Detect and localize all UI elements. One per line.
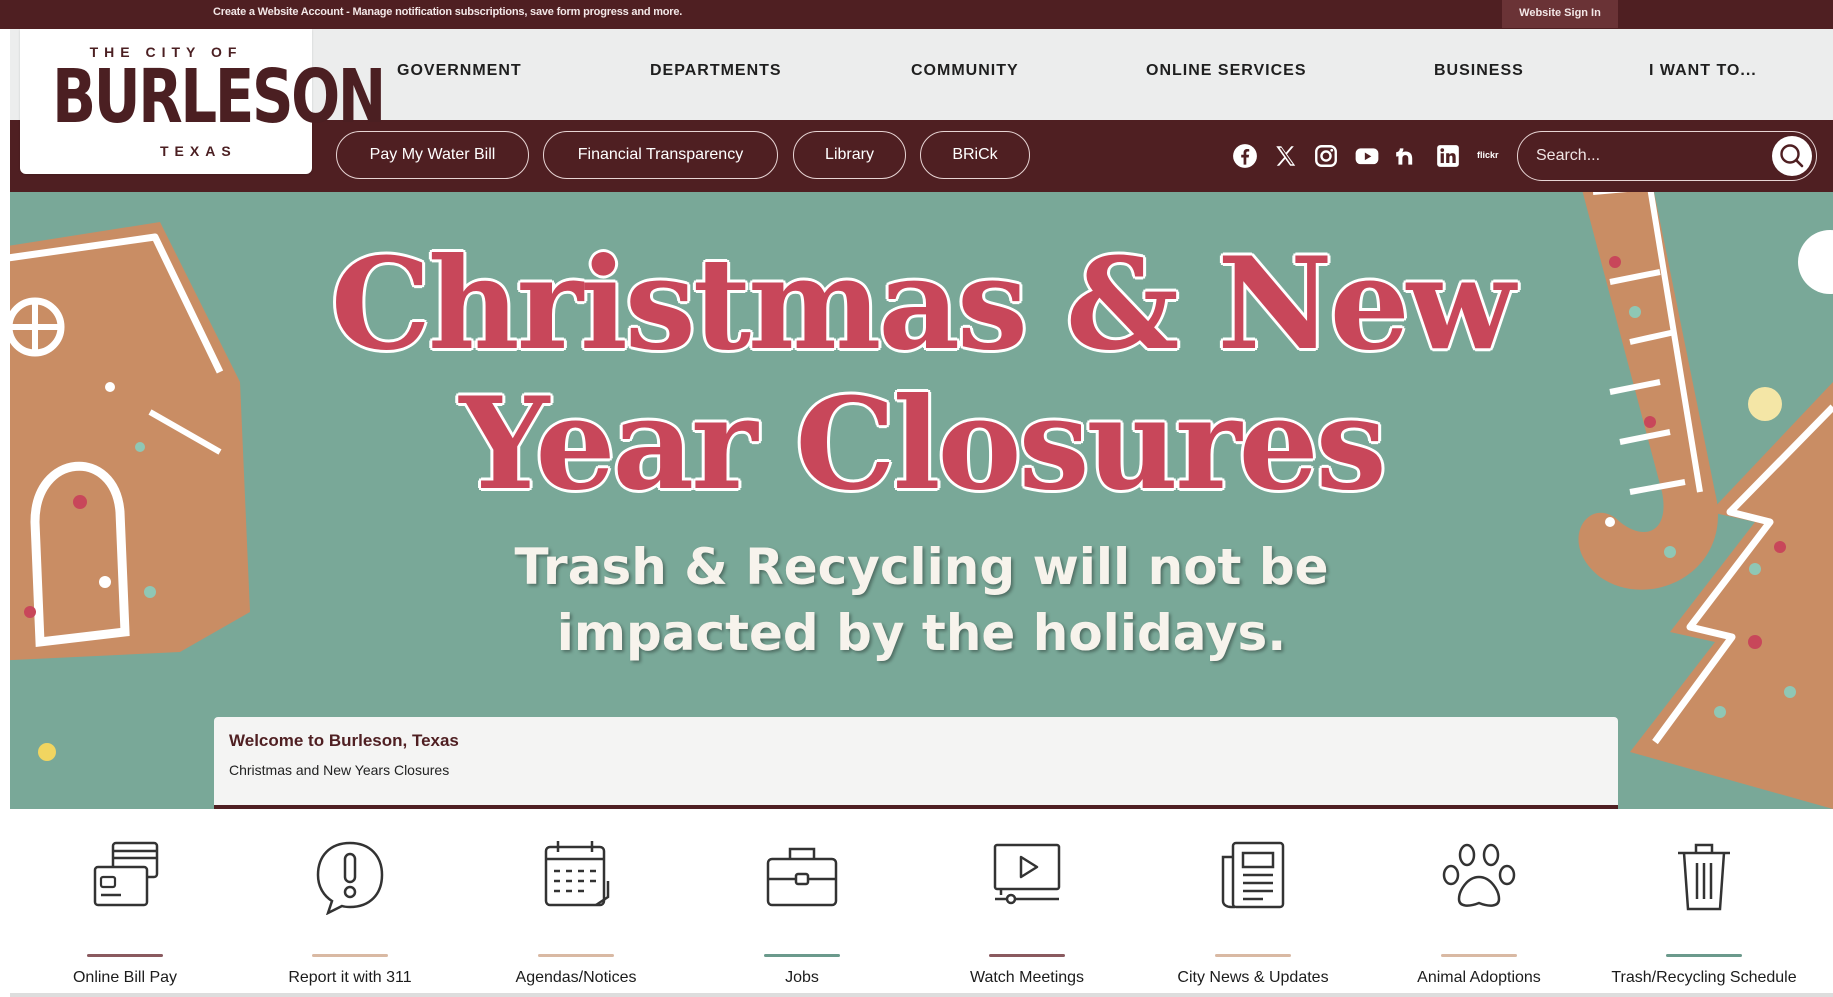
facebook-icon[interactable] — [1232, 143, 1258, 169]
library-button[interactable]: Library — [793, 131, 906, 179]
quick-link-label: Animal Adoptions — [1417, 969, 1541, 986]
account-strip: Create a Website Account - Manage notifi… — [0, 0, 1833, 29]
quick-link-accent — [87, 954, 163, 957]
welcome-title: Welcome to Burleson, Texas — [229, 731, 459, 750]
nextdoor-icon[interactable] — [1394, 143, 1420, 169]
search-button[interactable] — [1772, 136, 1812, 176]
quick-link-accent — [1666, 954, 1742, 957]
logo-name: BURLESON — [52, 54, 386, 140]
hero-headline-line1: Christmas & New — [330, 230, 1515, 378]
search-box — [1517, 131, 1817, 181]
x-icon[interactable] — [1273, 143, 1299, 169]
quick-link-accent — [538, 954, 614, 957]
brick-button[interactable]: BRiCk — [920, 131, 1030, 179]
page: Create a Website Account - Manage notifi… — [0, 0, 1833, 997]
quick-link-label: Trash/Recycling Schedule — [1611, 969, 1797, 986]
nav-departments[interactable]: DEPARTMENTS — [650, 62, 782, 80]
briefcase-icon — [766, 847, 838, 907]
trash-can-icon — [1678, 843, 1730, 911]
financial-transparency-button[interactable]: Financial Transparency — [543, 131, 778, 179]
youtube-icon[interactable] — [1354, 143, 1380, 169]
nav-i-want-to[interactable]: I WANT TO... — [1649, 62, 1757, 80]
linkedin-icon[interactable] — [1435, 143, 1461, 169]
nav-government[interactable]: GOVERNMENT — [397, 62, 522, 80]
quick-link-label: Report it with 311 — [288, 969, 412, 986]
quick-link-accent — [1215, 954, 1291, 957]
quick-link-label: Watch Meetings — [969, 969, 1085, 986]
create-account-link[interactable]: Create a Website Account - Manage notifi… — [213, 6, 682, 18]
hero-subline-line2: impacted by the holidays. — [556, 604, 1287, 662]
nav-business[interactable]: BUSINESS — [1434, 62, 1524, 80]
quick-link-label: City News & Updates — [1177, 969, 1329, 986]
alert-bubble-icon — [316, 841, 384, 915]
paw-icon — [1442, 843, 1516, 907]
quick-link-label: Agendas/Notices — [515, 969, 637, 986]
hero-subline-line1: Trash & Recycling will not be — [514, 538, 1329, 596]
instagram-icon[interactable] — [1313, 143, 1339, 169]
logo-state: TEXAS — [160, 143, 237, 159]
nav-online-services[interactable]: ONLINE SERVICES — [1146, 62, 1307, 80]
quick-link-accent — [989, 954, 1065, 957]
decor-dot — [38, 743, 56, 761]
video-player-icon — [993, 843, 1061, 905]
credit-card-icon — [93, 841, 159, 907]
quick-links-bar: Online Bill Pay Report it with 311 Agend… — [0, 809, 1833, 997]
welcome-subtitle[interactable]: Christmas and New Years Closures — [229, 762, 449, 778]
quick-link-accent — [312, 954, 388, 957]
section-divider — [10, 993, 1833, 997]
search-icon — [1780, 144, 1804, 168]
quick-link-label: Jobs — [785, 969, 819, 986]
calendar-icon — [544, 841, 610, 907]
quick-link-accent — [764, 954, 840, 957]
quick-link-accent — [1441, 954, 1517, 957]
website-sign-in-button[interactable]: Website Sign In — [1502, 0, 1618, 28]
flickr-icon[interactable]: flickr — [1477, 150, 1499, 160]
newspaper-icon — [1221, 841, 1285, 909]
search-input[interactable] — [1536, 145, 1766, 167]
hero-headline-line2: Year Closures — [459, 370, 1386, 518]
nav-community[interactable]: COMMUNITY — [911, 62, 1019, 80]
quick-link-label: Online Bill Pay — [72, 969, 178, 986]
city-logo[interactable]: THE CITY OF BURLESON TEXAS — [20, 29, 386, 174]
welcome-card[interactable]: Welcome to Burleson, Texas Christmas and… — [214, 717, 1618, 809]
